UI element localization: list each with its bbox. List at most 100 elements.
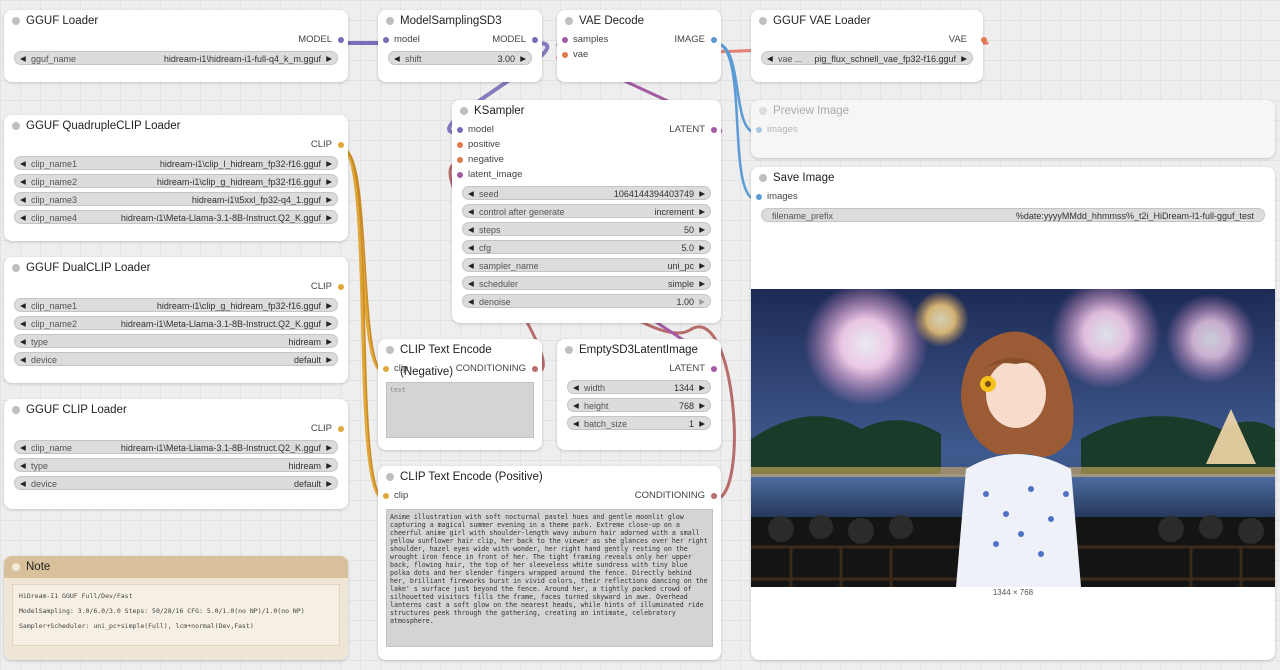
increment-arrow-icon[interactable]: ▶ <box>326 175 332 187</box>
height-widget[interactable]: ◀ height 768 ▶ <box>567 398 711 412</box>
decrement-arrow-icon[interactable]: ◀ <box>468 295 474 307</box>
decrement-arrow-icon[interactable]: ◀ <box>20 52 26 64</box>
node-title[interactable]: CLIP Text Encode (Positive) <box>378 466 721 488</box>
collapse-dot-icon[interactable] <box>386 346 394 354</box>
increment-arrow-icon[interactable]: ▶ <box>326 157 332 169</box>
increment-arrow-icon[interactable]: ▶ <box>699 417 705 429</box>
model-input-slot[interactable] <box>457 126 463 133</box>
model-output-slot[interactable] <box>338 36 344 43</box>
node-title[interactable]: Note <box>4 556 348 578</box>
empty-latent-node[interactable]: EmptySD3LatentImage LATENT ◀ width 1344 … <box>557 339 721 450</box>
note-textarea[interactable]: HiDream-I1 GGUF Full/Dev/Fast ModelSampl… <box>12 584 340 646</box>
increment-arrow-icon[interactable]: ▶ <box>326 353 332 365</box>
decrement-arrow-icon[interactable]: ◀ <box>468 277 474 289</box>
increment-arrow-icon[interactable]: ▶ <box>699 399 705 411</box>
decrement-arrow-icon[interactable]: ◀ <box>394 52 400 64</box>
clip-output-slot[interactable] <box>338 425 344 432</box>
clip-name2-widget[interactable]: ◀ clip_name2 hidream-i1\Meta-Llama-3.1-8… <box>14 316 338 330</box>
increment-arrow-icon[interactable]: ▶ <box>699 187 705 199</box>
increment-arrow-icon[interactable]: ▶ <box>326 317 332 329</box>
collapse-dot-icon[interactable] <box>759 17 767 25</box>
increment-arrow-icon[interactable]: ▶ <box>961 52 967 64</box>
decrement-arrow-icon[interactable]: ◀ <box>20 317 26 329</box>
node-title[interactable]: GGUF Loader <box>4 10 348 32</box>
negative-input-slot[interactable] <box>457 156 463 163</box>
node-title[interactable]: GGUF VAE Loader <box>751 10 983 32</box>
clip-name2-widget[interactable]: ◀ clip_name2 hidream-i1\clip_g_hidream_f… <box>14 174 338 188</box>
clip-input-slot[interactable] <box>383 492 389 499</box>
decrement-arrow-icon[interactable]: ◀ <box>20 477 26 489</box>
decrement-arrow-icon[interactable]: ◀ <box>468 259 474 271</box>
vae-decode-node[interactable]: VAE Decode samples IMAGE vae <box>557 10 721 82</box>
decrement-arrow-icon[interactable]: ◀ <box>573 417 579 429</box>
conditioning-output-slot[interactable] <box>711 492 717 499</box>
note-node[interactable]: Note HiDream-I1 GGUF Full/Dev/Fast Model… <box>4 556 348 660</box>
shift-widget[interactable]: ◀ shift 3.00 ▶ <box>388 51 532 65</box>
decrement-arrow-icon[interactable]: ◀ <box>468 241 474 253</box>
increment-arrow-icon[interactable]: ▶ <box>326 459 332 471</box>
sampler-name-widget[interactable]: ◀ sampler_name uni_pc ▶ <box>462 258 711 272</box>
increment-arrow-icon[interactable]: ▶ <box>326 299 332 311</box>
width-widget[interactable]: ◀ width 1344 ▶ <box>567 380 711 394</box>
positive-text-input[interactable]: Anime illustration with soft nocturnal p… <box>386 509 713 647</box>
collapse-dot-icon[interactable] <box>12 563 20 571</box>
increment-arrow-icon[interactable]: ▶ <box>699 277 705 289</box>
collapse-dot-icon[interactable] <box>565 17 573 25</box>
decrement-arrow-icon[interactable]: ◀ <box>20 459 26 471</box>
decrement-arrow-icon[interactable]: ◀ <box>468 187 474 199</box>
seed-widget[interactable]: ◀ seed 1064144394403749 ▶ <box>462 186 711 200</box>
device-widget[interactable]: ◀ device default ▶ <box>14 352 338 366</box>
node-title[interactable]: GGUF CLIP Loader <box>4 399 348 421</box>
denoise-widget[interactable]: ◀ denoise 1.00 ▶ <box>462 294 711 308</box>
clip-name4-widget[interactable]: ◀ clip_name4 hidream-i1\Meta-Llama-3.1-8… <box>14 210 338 224</box>
increment-arrow-icon[interactable]: ▶ <box>326 477 332 489</box>
increment-arrow-icon[interactable]: ▶ <box>326 193 332 205</box>
clip-output-slot[interactable] <box>338 283 344 290</box>
collapse-dot-icon[interactable] <box>759 174 767 182</box>
latent-image-input-slot[interactable] <box>457 171 463 178</box>
vae-output-slot[interactable] <box>981 36 987 43</box>
increment-arrow-icon[interactable]: ▶ <box>326 211 332 223</box>
collapse-dot-icon[interactable] <box>759 107 767 115</box>
filename-prefix-widget[interactable]: filename_prefix %date:yyyyMMdd_hhmmss%_t… <box>761 208 1265 222</box>
conditioning-output-slot[interactable] <box>532 365 538 372</box>
clip-negative-node[interactable]: CLIP Text Encode (Negative) clip CONDITI… <box>378 339 542 450</box>
decrement-arrow-icon[interactable]: ◀ <box>20 157 26 169</box>
model-output-slot[interactable] <box>532 36 538 43</box>
positive-input-slot[interactable] <box>457 141 463 148</box>
latent-output-slot[interactable] <box>711 126 717 133</box>
node-title[interactable]: Save Image <box>751 167 1275 189</box>
clip-name-widget[interactable]: ◀ clip_name hidream-i1\Meta-Llama-3.1-8B… <box>14 440 338 454</box>
increment-arrow-icon[interactable]: ▶ <box>699 381 705 393</box>
increment-arrow-icon[interactable]: ▶ <box>699 295 705 307</box>
image-output-slot[interactable] <box>711 36 717 43</box>
images-input-slot[interactable] <box>756 193 762 200</box>
model-input-slot[interactable] <box>383 36 389 43</box>
scheduler-widget[interactable]: ◀ scheduler simple ▶ <box>462 276 711 290</box>
clip-loader-node[interactable]: GGUF CLIP Loader CLIP ◀ clip_name hidrea… <box>4 399 348 509</box>
decrement-arrow-icon[interactable]: ◀ <box>20 353 26 365</box>
clip-output-slot[interactable] <box>338 141 344 148</box>
node-title[interactable]: EmptySD3LatentImage <box>557 339 721 361</box>
ksampler-node[interactable]: KSampler model LATENT positive negative … <box>452 100 721 323</box>
model-sampling-node[interactable]: ModelSamplingSD3 model MODEL ◀ shift 3.0… <box>378 10 542 82</box>
decrement-arrow-icon[interactable]: ◀ <box>20 175 26 187</box>
type-widget[interactable]: ◀ type hidream ▶ <box>14 458 338 472</box>
node-title[interactable]: CLIP Text Encode (Negative) <box>378 339 542 378</box>
images-input-slot[interactable] <box>756 126 762 133</box>
node-title[interactable]: GGUF QuadrupleCLIP Loader <box>4 115 348 137</box>
collapse-dot-icon[interactable] <box>12 122 20 130</box>
generated-image[interactable] <box>751 289 1275 587</box>
samples-input-slot[interactable] <box>562 36 568 43</box>
device-widget[interactable]: ◀ device default ▶ <box>14 476 338 490</box>
decrement-arrow-icon[interactable]: ◀ <box>767 52 773 64</box>
decrement-arrow-icon[interactable]: ◀ <box>20 441 26 453</box>
node-title[interactable]: ModelSamplingSD3 <box>378 10 542 32</box>
node-title[interactable]: VAE Decode <box>557 10 721 32</box>
increment-arrow-icon[interactable]: ▶ <box>699 223 705 235</box>
clip-name3-widget[interactable]: ◀ clip_name3 hidream-i1\t5xxl_fp32-q4_1.… <box>14 192 338 206</box>
increment-arrow-icon[interactable]: ▶ <box>326 441 332 453</box>
decrement-arrow-icon[interactable]: ◀ <box>20 193 26 205</box>
clip-name1-widget[interactable]: ◀ clip_name1 hidream-i1\clip_l_hidream_f… <box>14 156 338 170</box>
save-image-node[interactable]: Save Image images filename_prefix %date:… <box>751 167 1275 660</box>
